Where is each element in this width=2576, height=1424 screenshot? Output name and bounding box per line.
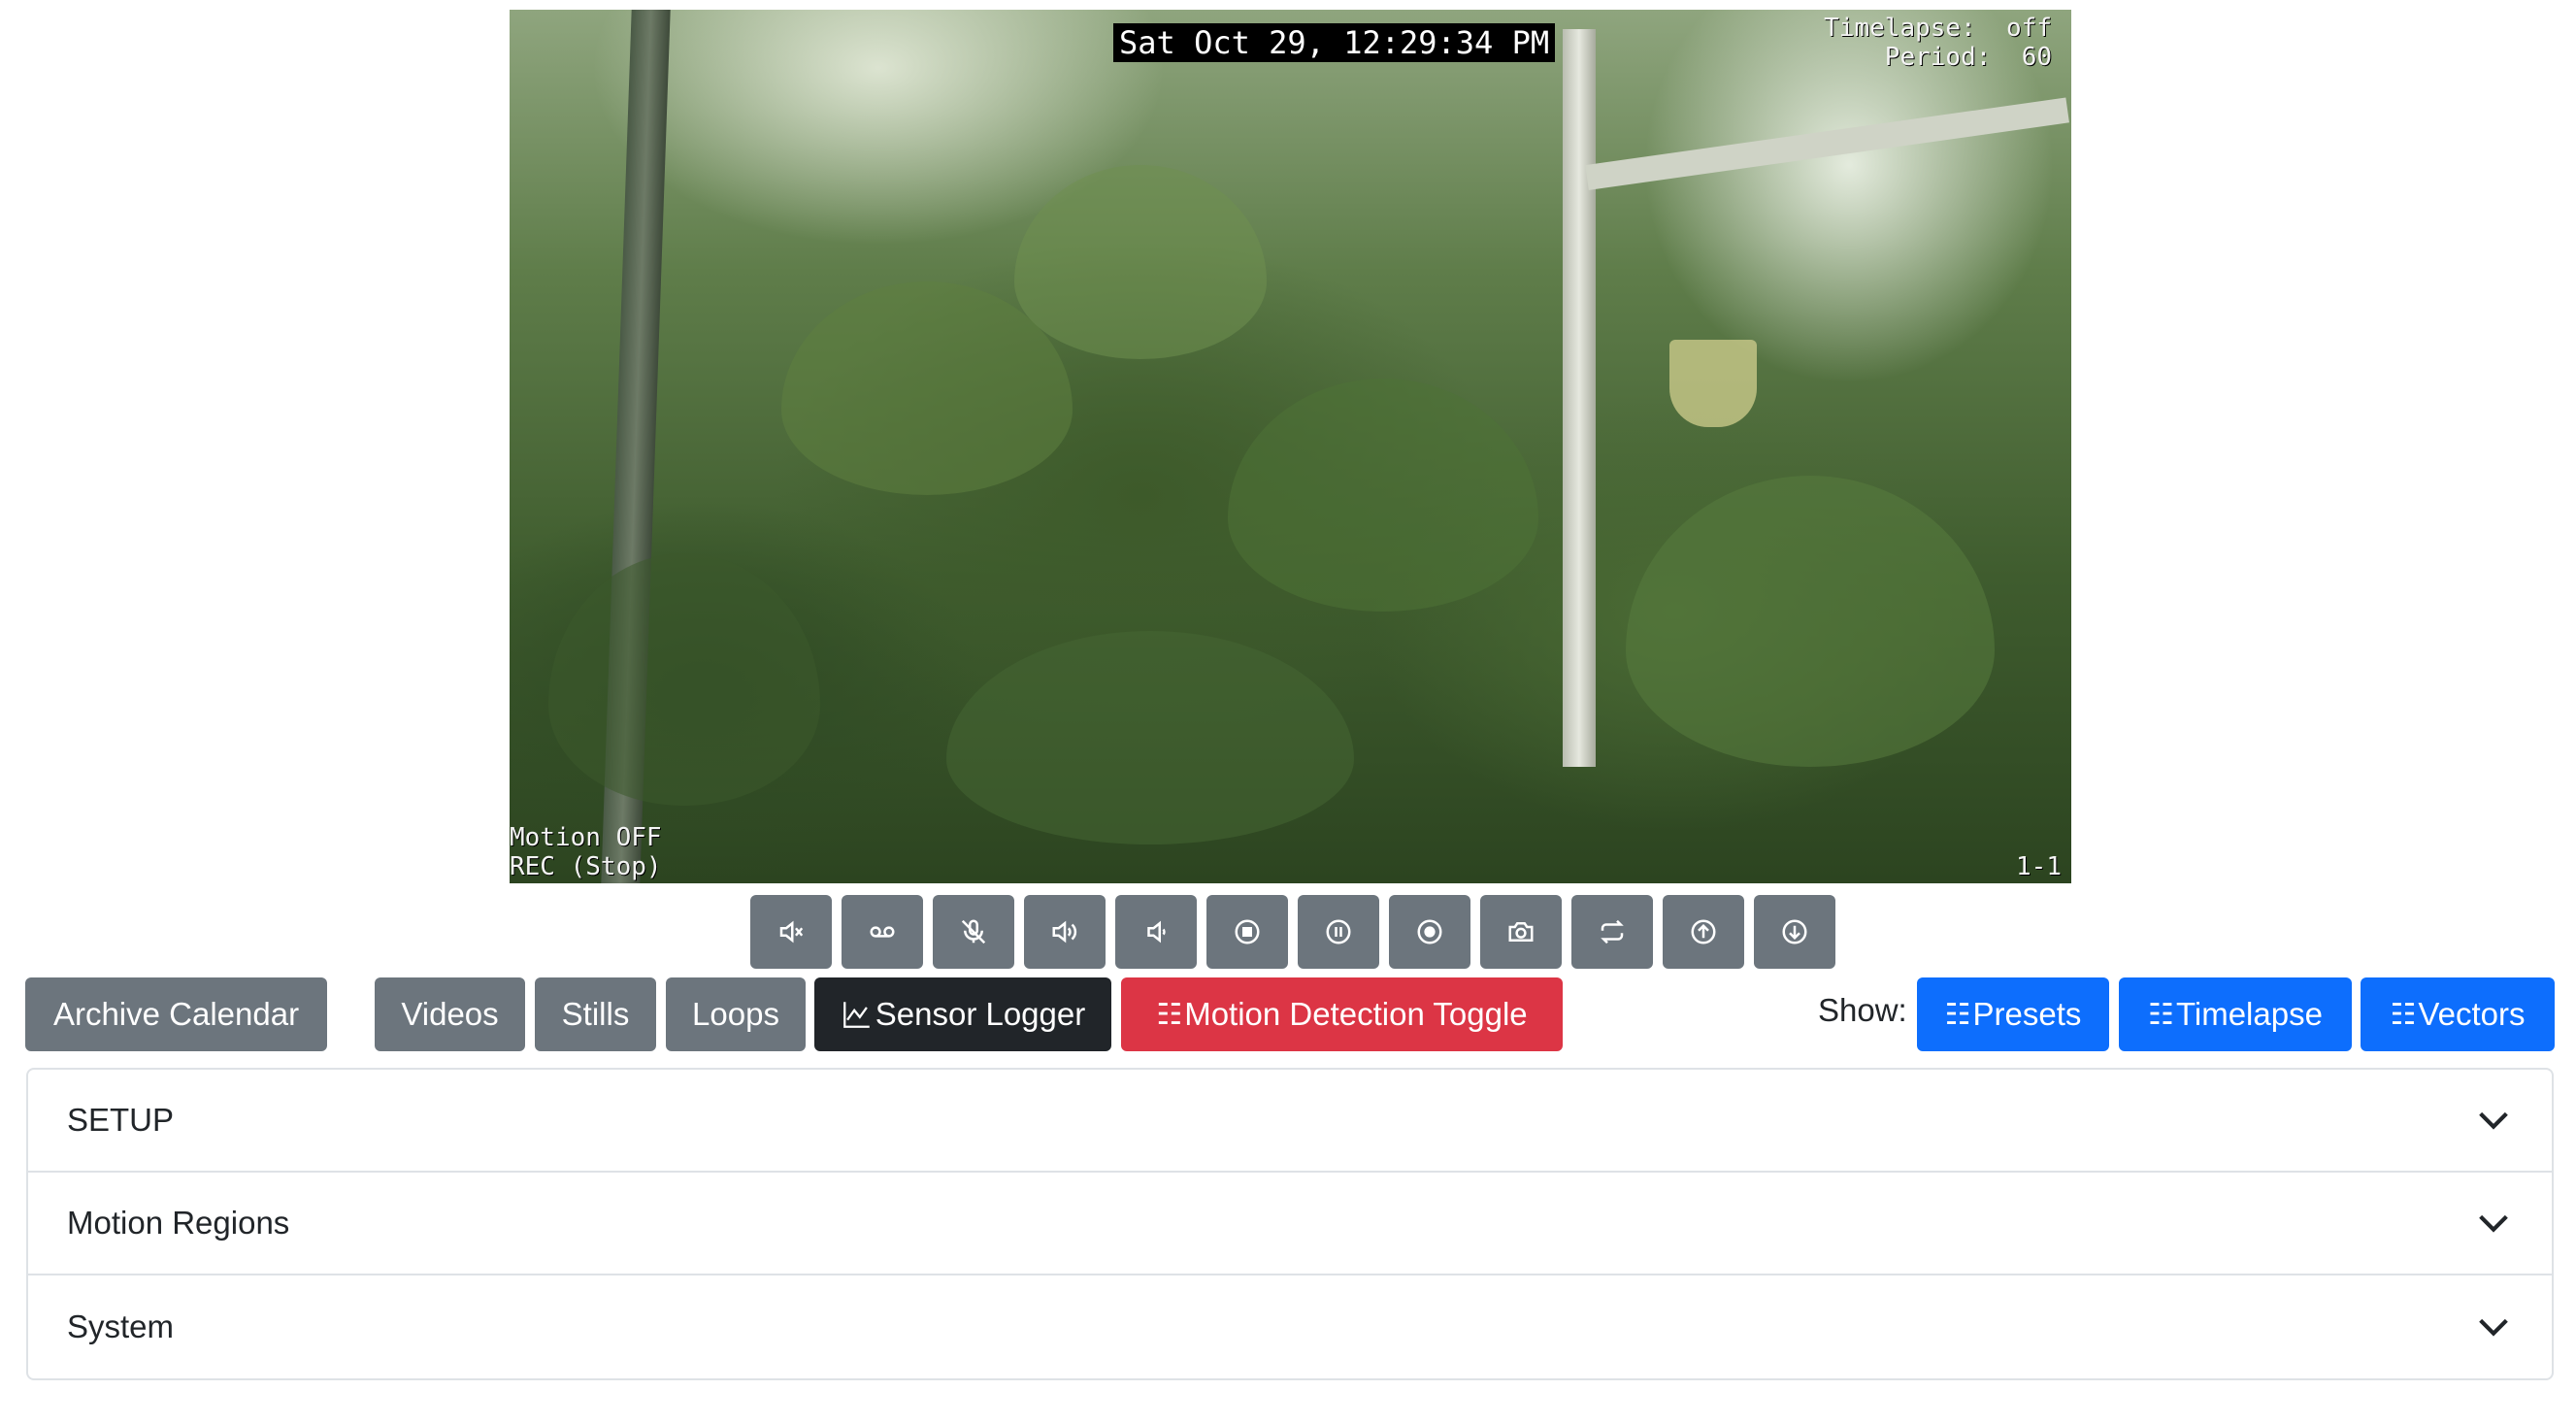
mute-icon [779, 920, 804, 944]
mic-off-button[interactable] [933, 895, 1014, 969]
camera-feed: Sat Oct 29, 12:29:34 PM Timelapse: off P… [510, 10, 2071, 883]
arrow-up-circle-icon [1691, 919, 1716, 944]
archive-calendar-button[interactable]: Archive Calendar [25, 977, 327, 1051]
move-down-button[interactable] [1754, 895, 1835, 969]
accordion-setup[interactable]: SETUP [28, 1070, 2552, 1173]
chevron-down-icon [2479, 1111, 2508, 1130]
graph-icon [842, 1002, 870, 1028]
camera-icon [1508, 922, 1534, 942]
stills-button[interactable]: Stills [535, 977, 656, 1051]
camera-scene-post [1563, 29, 1596, 767]
chevron-down-icon [2479, 1318, 2508, 1337]
snapshot-button[interactable] [1480, 895, 1562, 969]
loops-button[interactable]: Loops [666, 977, 806, 1051]
timelapse-icon: ☷ [2148, 998, 2174, 1031]
vectors-icon: ☷ [2390, 998, 2417, 1031]
timelapse-label: Timelapse: [1824, 14, 1976, 43]
pause-circle-icon [1326, 919, 1351, 944]
vectors-button[interactable]: ☷ Vectors [2361, 977, 2555, 1051]
rec-status: REC (Stop) [510, 852, 662, 881]
vectors-label: Vectors [2418, 996, 2526, 1032]
show-label: Show: [1818, 992, 1907, 1028]
accordion-motion-regions-title: Motion Regions [67, 1205, 290, 1241]
accordion-setup-title: SETUP [67, 1102, 175, 1138]
volume-up-button[interactable] [1024, 895, 1106, 969]
presets-button[interactable]: ☷ Presets [1917, 977, 2109, 1051]
sensor-logger-button[interactable]: Sensor Logger [814, 977, 1111, 1051]
camera-scene-crossbar [1585, 97, 2069, 190]
period-label: Period: [1884, 43, 1992, 72]
timelapse-label: Timelapse [2175, 996, 2323, 1032]
motion-status-overlay: Motion OFF REC (Stop) [510, 823, 662, 881]
camera-id: 1-1 [2016, 852, 2062, 881]
stop-circle-icon [1235, 919, 1260, 944]
chevron-down-icon [2479, 1214, 2508, 1233]
record-circle-icon [1417, 919, 1442, 944]
mute-button[interactable] [750, 895, 832, 969]
accordion-system-title: System [67, 1308, 175, 1344]
record-button[interactable] [1389, 895, 1470, 969]
settings-accordion: SETUP Motion Regions System [26, 1068, 2554, 1380]
period-value: 60 [2021, 43, 2052, 72]
sensor-logger-label: Sensor Logger [875, 996, 1086, 1032]
camera-scene-foliage [946, 631, 1354, 844]
volume-down-icon [1147, 920, 1166, 944]
videos-button[interactable]: Videos [375, 977, 525, 1051]
media-controls [750, 895, 1835, 969]
mic-off-icon [961, 919, 986, 944]
presets-icon: ☷ [1944, 998, 1971, 1031]
voicemail-icon [870, 926, 895, 938]
timelapse-overlay: Timelapse: off Period: 60 [1824, 14, 2052, 72]
timelapse-value: off [2006, 14, 2052, 43]
motion-status: Motion OFF [510, 823, 662, 852]
timestamp-overlay: Sat Oct 29, 12:29:34 PM [1113, 23, 1556, 62]
move-up-button[interactable] [1663, 895, 1744, 969]
camera-scene-foliage [1626, 476, 1995, 767]
stop-button[interactable] [1206, 895, 1288, 969]
loop-button[interactable] [1571, 895, 1653, 969]
accordion-system[interactable]: System [28, 1275, 2552, 1378]
motion-toggle-label: Motion Detection Toggle [1184, 996, 1528, 1032]
timelapse-button[interactable]: ☷ Timelapse [2119, 977, 2352, 1051]
pause-button[interactable] [1298, 895, 1379, 969]
motion-detection-toggle-button[interactable]: ☷ Motion Detection Toggle [1121, 977, 1563, 1051]
camera-scene-foliage [1228, 379, 1538, 612]
camera-scene-foliage [548, 553, 820, 806]
repeat-icon [1601, 919, 1624, 944]
volume-down-button[interactable] [1115, 895, 1197, 969]
camera-scene-foliage [1014, 165, 1267, 359]
accordion-motion-regions[interactable]: Motion Regions [28, 1173, 2552, 1275]
motion-toggle-icon: ☷ [1156, 998, 1183, 1031]
presets-label: Presets [1972, 996, 2082, 1032]
volume-up-icon [1052, 920, 1077, 944]
voicemail-button[interactable] [842, 895, 923, 969]
camera-scene-planter [1669, 340, 1757, 427]
arrow-down-circle-icon [1782, 919, 1807, 944]
